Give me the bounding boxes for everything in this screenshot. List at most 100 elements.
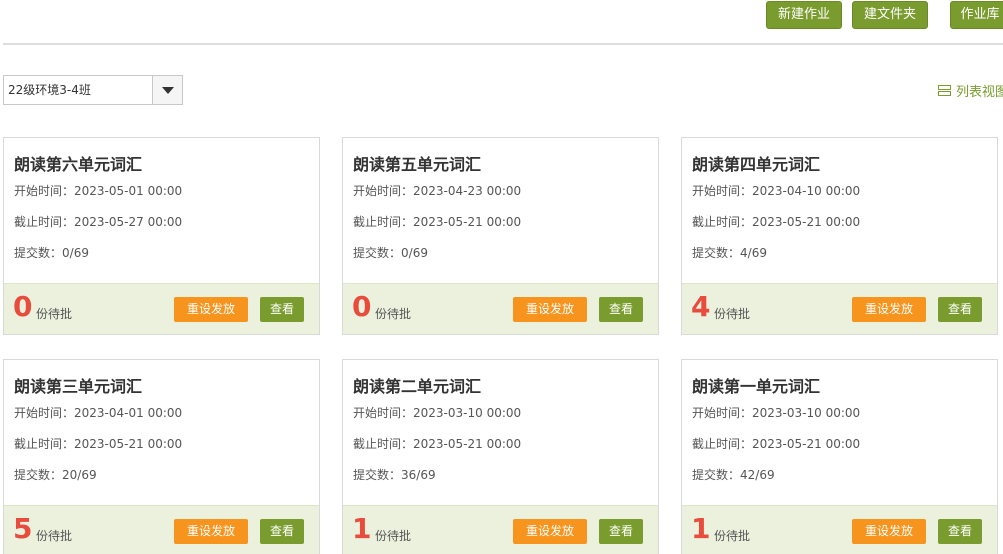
deadline-time: 截止时间：2023-05-21 00:00 [692,435,860,452]
pending-count: 5 [13,512,33,545]
start-time: 开始时间：2023-04-23 00:00 [353,182,521,199]
homework-card[interactable]: 朗读第三单元词汇 开始时间：2023-04-01 00:00 截止时间：2023-0… [3,359,320,554]
homework-title[interactable]: 朗读第六单元词汇 [14,151,142,175]
homework-title[interactable]: 朗读第四单元词汇 [692,151,820,175]
view-button[interactable]: 查看 [599,519,643,544]
chevron-down-icon[interactable] [152,76,182,104]
submission-count: 提交数：4/69 [692,244,767,261]
homework-card[interactable]: 朗读第二单元词汇 开始时间：2023-03-10 00:00 截止时间：2023-0… [342,359,659,554]
list-view-icon [938,84,951,96]
list-view-toggle[interactable]: 列表视图 [938,80,1003,100]
class-select[interactable]: 22级环境3-4班 [3,75,183,105]
deadline-time: 截止时间：2023-05-21 00:00 [692,213,860,230]
submission-value: 4/69 [740,246,767,260]
start-time: 开始时间：2023-04-01 00:00 [14,404,182,421]
homework-library-button[interactable]: 作业库 [950,1,1003,29]
homework-title[interactable]: 朗读第三单元词汇 [14,373,142,397]
header-divider [3,43,1003,45]
start-time-value: 2023-03-10 00:00 [752,406,861,420]
submission-label: 提交数： [14,246,63,260]
view-button[interactable]: 查看 [260,519,304,544]
deadline-label: 截止时间： [692,215,753,229]
submission-count: 提交数：20/69 [14,466,97,483]
reset-distribute-button[interactable]: 重设发放 [174,519,248,544]
homework-card[interactable]: 朗读第五单元词汇 开始时间：2023-04-23 00:00 截止时间：2023-0… [342,137,659,335]
submission-label: 提交数： [692,468,741,482]
deadline-value: 2023-05-27 00:00 [74,215,183,229]
submission-value: 0/69 [62,246,89,260]
submission-label: 提交数： [692,246,741,260]
submission-count: 提交数：0/69 [14,244,89,261]
submission-label: 提交数： [353,468,402,482]
card-footer: 0 份待批 重设发放 查看 [343,283,658,334]
submission-value: 20/69 [62,468,97,482]
card-footer: 5 份待批 重设发放 查看 [4,505,319,554]
new-folder-button[interactable]: 建文件夹 [852,1,928,29]
homework-card[interactable]: 朗读第一单元词汇 开始时间：2023-03-10 00:00 截止时间：2023-0… [681,359,998,554]
start-time-label: 开始时间： [353,406,414,420]
deadline-value: 2023-05-21 00:00 [413,215,522,229]
start-time: 开始时间：2023-05-01 00:00 [14,182,182,199]
pending-label: 份待批 [375,307,412,321]
homework-title[interactable]: 朗读第五单元词汇 [353,151,481,175]
pending-count: 4 [691,290,711,323]
reset-distribute-button[interactable]: 重设发放 [852,297,926,322]
submission-count: 提交数：0/69 [353,244,428,261]
homework-card[interactable]: 朗读第四单元词汇 开始时间：2023-04-10 00:00 截止时间：2023-0… [681,137,998,335]
start-time-label: 开始时间： [14,184,75,198]
start-time-value: 2023-03-10 00:00 [413,406,522,420]
deadline-time: 截止时间：2023-05-27 00:00 [14,213,182,230]
card-footer: 1 份待批 重设发放 查看 [682,505,997,554]
start-time-value: 2023-05-01 00:00 [74,184,183,198]
view-button[interactable]: 查看 [938,297,982,322]
start-time-value: 2023-04-23 00:00 [413,184,522,198]
start-time: 开始时间：2023-03-10 00:00 [353,404,521,421]
submission-value: 42/69 [740,468,775,482]
pending-label: 份待批 [714,307,751,321]
reset-distribute-button[interactable]: 重设发放 [513,297,587,322]
card-footer: 4 份待批 重设发放 查看 [682,283,997,334]
submission-label: 提交数： [14,468,63,482]
deadline-label: 截止时间： [353,437,414,451]
start-time-label: 开始时间： [353,184,414,198]
submission-count: 提交数：36/69 [353,466,436,483]
submission-count: 提交数：42/69 [692,466,775,483]
homework-title[interactable]: 朗读第二单元词汇 [353,373,481,397]
view-button[interactable]: 查看 [599,297,643,322]
card-footer: 1 份待批 重设发放 查看 [343,505,658,554]
deadline-label: 截止时间： [353,215,414,229]
pending-label: 份待批 [714,529,751,543]
start-time-value: 2023-04-01 00:00 [74,406,183,420]
deadline-label: 截止时间： [14,437,75,451]
deadline-label: 截止时间： [692,437,753,451]
pending-label: 份待批 [36,307,73,321]
start-time: 开始时间：2023-04-10 00:00 [692,182,860,199]
reset-distribute-button[interactable]: 重设发放 [513,519,587,544]
deadline-time: 截止时间：2023-05-21 00:00 [14,435,182,452]
deadline-value: 2023-05-21 00:00 [74,437,183,451]
pending-count: 1 [691,512,711,545]
view-button[interactable]: 查看 [260,297,304,322]
view-button[interactable]: 查看 [938,519,982,544]
start-time: 开始时间：2023-03-10 00:00 [692,404,860,421]
deadline-time: 截止时间：2023-05-21 00:00 [353,435,521,452]
pending-count: 1 [352,512,372,545]
submission-value: 36/69 [401,468,436,482]
new-homework-button[interactable]: 新建作业 [766,1,842,29]
start-time-label: 开始时间： [692,184,753,198]
pending-count: 0 [13,290,33,323]
deadline-time: 截止时间：2023-05-21 00:00 [353,213,521,230]
homework-page: 新建作业 建文件夹 作业库 22级环境3-4班 列表视图 朗读第六单元词汇开始时… [0,0,1003,554]
submission-label: 提交数： [353,246,402,260]
reset-distribute-button[interactable]: 重设发放 [852,519,926,544]
deadline-value: 2023-05-21 00:00 [752,215,861,229]
start-time-label: 开始时间： [692,406,753,420]
deadline-label: 截止时间： [14,215,75,229]
pending-label: 份待批 [375,529,412,543]
homework-title[interactable]: 朗读第一单元词汇 [692,373,820,397]
homework-card[interactable]: 朗读第六单元词汇 开始时间：2023-05-01 00:00 截止时间：2023-0… [3,137,320,335]
submission-value: 0/69 [401,246,428,260]
deadline-value: 2023-05-21 00:00 [752,437,861,451]
reset-distribute-button[interactable]: 重设发放 [174,297,248,322]
start-time-value: 2023-04-10 00:00 [752,184,861,198]
